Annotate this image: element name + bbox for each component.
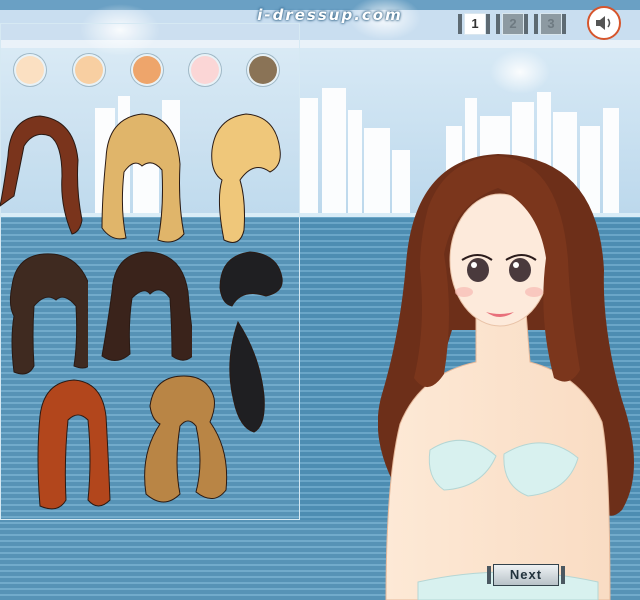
skin-swatch-tan[interactable]: [133, 56, 161, 84]
hair-option-long-wavy-blonde[interactable]: [96, 110, 190, 246]
site-logo-text: i-dressup.com: [257, 6, 403, 24]
sound-toggle-button[interactable]: [587, 6, 621, 40]
page-button-cap-right: [524, 14, 528, 34]
character-model: [378, 154, 634, 600]
page-button-cap-right: [562, 14, 566, 34]
page-button-2[interactable]: 2: [496, 10, 528, 40]
next-button-cap-right: [561, 566, 565, 584]
skin-swatch-dark[interactable]: [249, 56, 277, 84]
page-button-1[interactable]: 1: [458, 10, 490, 40]
page-button-number: 3: [540, 13, 562, 35]
game-stage: i-dressup.com 1 2 3 Next: [0, 0, 640, 600]
hair-option-long-straight-dark-brown[interactable]: [100, 248, 192, 370]
hair-option-wavy-light-brown[interactable]: [136, 372, 230, 510]
hair-option-twin-curls-dark-brown[interactable]: [4, 250, 88, 380]
hair-option-bob-ginger[interactable]: [34, 376, 114, 514]
next-button-label: Next: [509, 567, 543, 582]
page-button-3[interactable]: 3: [534, 10, 566, 40]
next-button[interactable]: Next: [487, 564, 565, 586]
page-button-number: 1: [464, 13, 486, 35]
hair-option-long-wavy-auburn[interactable]: [0, 110, 90, 250]
speaker-icon: [596, 16, 611, 30]
skin-swatch-pink[interactable]: [191, 56, 219, 84]
skin-swatch-light[interactable]: [16, 56, 44, 84]
page-button-cap-left: [458, 14, 462, 34]
hair-option-side-ponytail-blonde[interactable]: [204, 110, 288, 250]
page-button-cap-left: [496, 14, 500, 34]
page-button-number: 2: [502, 13, 524, 35]
skin-swatch-peach[interactable]: [75, 56, 103, 84]
page-button-cap-right: [486, 14, 490, 34]
page-button-cap-left: [534, 14, 538, 34]
next-button-cap-left: [487, 566, 491, 584]
